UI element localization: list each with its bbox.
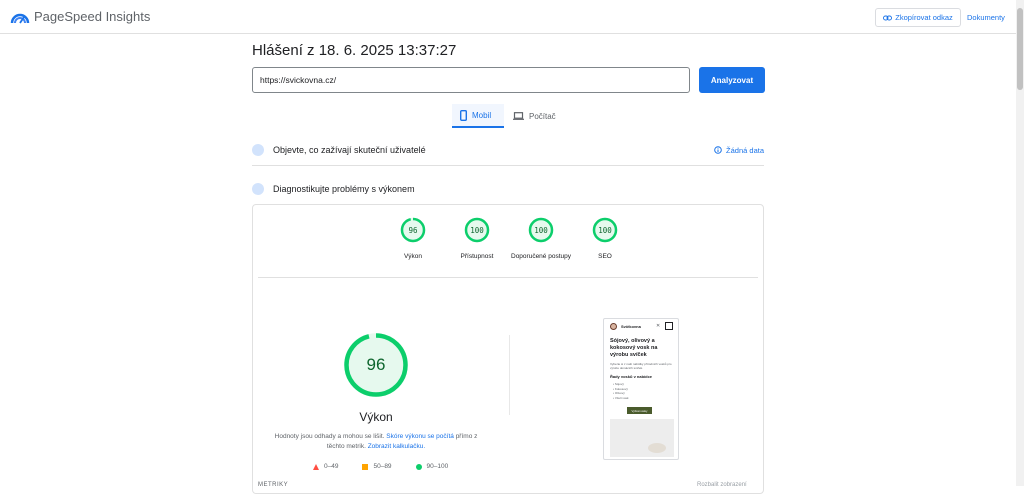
score-label: Doporučené postupy — [511, 253, 571, 260]
report-title: Hlášení z 18. 6. 2025 13:37:27 — [252, 42, 457, 59]
copy-link-label: Zkopírovat odkaz — [895, 13, 953, 22]
legend-average-label: 50–89 — [373, 463, 392, 470]
users-icon — [252, 144, 264, 156]
score-gauge-accessibility[interactable]: 100 — [464, 217, 490, 243]
legend-pass: 90–100 — [415, 463, 449, 470]
diagnose-icon — [252, 183, 264, 195]
triangle-icon — [313, 463, 319, 470]
close-icon: ✕ — [656, 323, 661, 329]
tab-mobile[interactable]: Mobil — [452, 104, 504, 128]
site-list: • Sójový • Kokosový • Olivový • Včelí vo… — [613, 382, 629, 400]
score-label: Výkon — [403, 253, 423, 260]
legend-pass-label: 90–100 — [426, 463, 449, 470]
link-icon — [883, 15, 893, 20]
laptop-icon — [513, 112, 524, 120]
tab-desktop[interactable]: Počítač — [513, 104, 556, 128]
copy-link-button[interactable]: Zkopírovat odkaz — [875, 8, 961, 27]
calculator-link[interactable]: Zobrazit kalkulačku. — [368, 443, 425, 450]
score-calc-link[interactable]: Skóre výkonu se počítá — [386, 433, 454, 440]
real-users-label: Objevte, co zažívají skuteční uživatelé — [273, 145, 426, 155]
performance-description: Hodnoty jsou odhady a mohou se lišit. Sk… — [273, 432, 479, 452]
legend-average: 50–89 — [362, 463, 392, 470]
app-title: PageSpeed Insights — [34, 9, 151, 24]
docs-link[interactable]: Dokumenty — [967, 13, 1005, 22]
site-paragraph: Vyberte si z naší nabídky přírodních vos… — [610, 362, 672, 370]
expand-view-link[interactable]: Rozbalit zobrazení — [697, 482, 747, 488]
report-card: 96 Výkon 100 Přístupnost 100 Doporučené … — [252, 204, 764, 494]
diagnose-label: Diagnostikujte problémy s výkonem — [273, 184, 415, 194]
score-label: Přístupnost — [460, 253, 494, 260]
analyze-button[interactable]: Analyzovat — [699, 67, 765, 93]
scrollbar-thumb[interactable] — [1017, 8, 1023, 90]
tab-mobile-label: Mobil — [472, 110, 492, 120]
legend-fail-label: 0–49 — [324, 463, 339, 470]
site-heading: Sójový, olivový a kokosový vosk na výrob… — [610, 338, 658, 358]
real-users-section[interactable]: Objevte, co zažívají skuteční uživatelé … — [252, 143, 764, 157]
legend-fail: 0–49 — [313, 463, 338, 470]
metrics-heading: METRIKY — [258, 482, 289, 488]
score-value: 100 — [534, 225, 548, 235]
site-subheading: Řady vosků v nabídce — [610, 374, 653, 379]
site-button: Vybrat vosky — [627, 407, 652, 414]
site-logo-icon — [610, 323, 617, 330]
score-gauge-performance[interactable]: 96 — [400, 217, 426, 243]
score-gauge-seo[interactable]: 100 — [592, 217, 618, 243]
desc-text: Hodnoty jsou odhady a mohou se lišit. — [274, 433, 385, 440]
performance-label: Výkon — [359, 410, 393, 424]
vertical-divider — [509, 335, 510, 415]
tab-desktop-label: Počítač — [529, 111, 556, 121]
site-list-item: • Včelí vosk — [613, 395, 629, 400]
score-value: 96 — [408, 225, 418, 235]
url-input[interactable] — [252, 67, 690, 93]
cart-icon — [665, 322, 673, 330]
score-gauge-best-practices[interactable]: 100 — [528, 217, 554, 243]
card-divider — [258, 277, 758, 278]
candle-image — [648, 443, 666, 453]
no-data-link[interactable]: Žádná data — [714, 146, 764, 155]
circle-icon — [415, 463, 422, 470]
site-brand: Svíčkovna — [621, 324, 641, 329]
site-hero-image — [610, 419, 674, 457]
scrollbar[interactable] — [1016, 0, 1024, 486]
no-data-label: Žádná data — [726, 145, 764, 155]
square-icon — [362, 463, 369, 470]
smartphone-icon — [460, 109, 467, 121]
score-value: 100 — [598, 225, 612, 235]
section-divider — [252, 165, 764, 166]
score-value: 100 — [470, 225, 484, 235]
info-icon — [714, 146, 722, 154]
diagnose-section: Diagnostikujte problémy s výkonem — [252, 182, 764, 196]
performance-score: 96 — [366, 355, 386, 374]
page-screenshot-preview[interactable]: Svíčkovna ✕ Sójový, olivový a kokosový v… — [603, 318, 679, 460]
top-bar: PageSpeed Insights Zkopírovat odkaz Doku… — [0, 0, 1016, 34]
pagespeed-logo-icon[interactable] — [10, 9, 30, 25]
score-legend: 0–49 50–89 90–100 — [313, 463, 448, 470]
score-label: SEO — [598, 253, 612, 260]
